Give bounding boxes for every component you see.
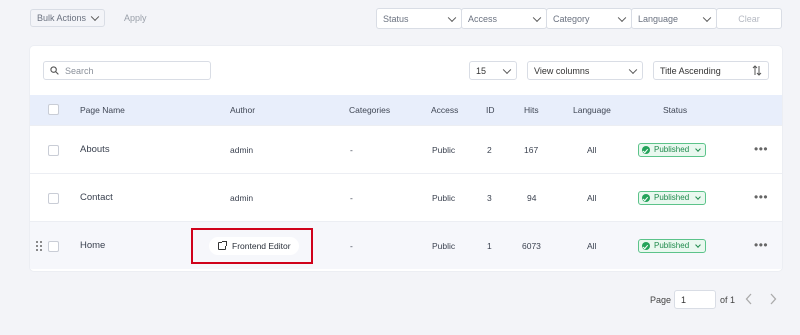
status-filter[interactable]: Status [376,8,462,29]
chevron-down-icon [695,241,701,248]
frontend-editor-button[interactable]: Frontend Editor [209,237,299,255]
id-cell: 2 [487,145,492,155]
sort-select[interactable]: Title Ascending [653,61,769,80]
header-id[interactable]: ID [486,95,495,125]
categories-cell: - [350,193,353,203]
chevron-down-icon [695,193,701,200]
chevron-down-icon [502,65,512,74]
clear-filters-button[interactable]: Clear [716,8,782,29]
view-columns-label: View columns [534,65,590,76]
hits-cell: 6073 [522,241,541,251]
external-link-icon [218,241,227,250]
header-categories[interactable]: Categories [349,95,390,125]
select-all-checkbox[interactable] [48,104,59,115]
chevron-down-icon [617,13,627,22]
per-page-value: 15 [476,65,487,76]
drag-handle-icon[interactable] [36,241,42,252]
table-header: Page Name Author Categories Access ID Hi… [30,95,782,125]
check-circle-icon [642,194,650,202]
page-name-link[interactable]: Contact [80,174,113,222]
category-filter-label: Category [553,13,590,24]
access-cell: Public [432,193,456,203]
view-columns-select[interactable]: View columns [527,61,643,80]
more-actions-icon[interactable]: ••• [754,174,768,222]
id-cell: 3 [487,193,492,203]
bulk-actions-select[interactable]: Bulk Actions [30,9,105,27]
status-label: Published [654,193,690,202]
bulk-actions-label: Bulk Actions [37,13,87,23]
page-total: of 1 [720,295,736,305]
category-filter[interactable]: Category [546,8,632,29]
access-cell: Public [432,145,456,155]
author-cell: admin [230,145,254,155]
page-number-input[interactable]: 1 [674,290,716,309]
page-label: Page [650,295,672,305]
clear-label: Clear [738,13,760,24]
language-cell: All [587,241,597,251]
sort-label: Title Ascending [660,65,721,76]
language-cell: All [587,145,597,155]
check-circle-icon [642,146,650,154]
header-language[interactable]: Language [573,95,611,125]
categories-cell: - [350,145,353,155]
search-icon [50,66,59,75]
status-badge[interactable]: Published [638,143,707,157]
check-circle-icon [642,242,650,250]
status-label: Published [654,145,690,154]
access-filter[interactable]: Access [461,8,547,29]
page-number-value: 1 [681,294,687,305]
next-page-icon[interactable] [769,293,777,307]
frontend-editor-label: Frontend Editor [232,241,291,251]
chevron-down-icon [447,13,457,22]
status-badge[interactable]: Published [638,239,707,253]
access-cell: Public [432,241,456,251]
chevron-down-icon [532,13,542,22]
hits-cell: 94 [527,193,537,203]
header-access[interactable]: Access [431,95,458,125]
access-filter-label: Access [468,13,498,24]
status-badge[interactable]: Published [638,191,707,205]
status-label: Published [654,241,690,250]
chevron-down-icon [702,13,712,22]
table-row: Contact admin - Public 3 94 All Publishe… [30,173,782,221]
more-actions-icon[interactable]: ••• [754,126,768,174]
hits-cell: 167 [524,145,539,155]
apply-button[interactable]: Apply [124,13,147,23]
chevron-down-icon [628,65,638,74]
search-placeholder: Search [65,65,94,76]
header-page-name[interactable]: Page Name [80,95,125,125]
author-cell: admin [230,193,254,203]
language-cell: All [587,193,597,203]
chevron-down-icon [695,145,701,152]
search-input[interactable]: Search [43,61,211,80]
row-checkbox[interactable] [48,241,59,252]
language-filter-label: Language [638,13,679,24]
page-name-link[interactable]: Home [80,222,105,270]
header-author[interactable]: Author [230,95,255,125]
categories-cell: - [350,241,353,251]
page-name-link[interactable]: Abouts [80,126,110,174]
more-actions-icon[interactable]: ••• [754,222,768,270]
language-filter[interactable]: Language [631,8,717,29]
table-row: Home - Public 1 6073 All Published ••• [30,221,782,269]
per-page-select[interactable]: 15 [469,61,517,80]
id-cell: 1 [487,241,492,251]
sort-icon [752,65,762,78]
previous-page-icon[interactable] [745,293,753,307]
chevron-down-icon [90,12,100,22]
status-filter-label: Status [383,13,409,24]
table-row: Abouts admin - Public 2 167 All Publishe… [30,125,782,173]
header-hits[interactable]: Hits [524,95,539,125]
row-checkbox[interactable] [48,145,59,156]
header-status[interactable]: Status [663,95,687,125]
row-checkbox[interactable] [48,193,59,204]
